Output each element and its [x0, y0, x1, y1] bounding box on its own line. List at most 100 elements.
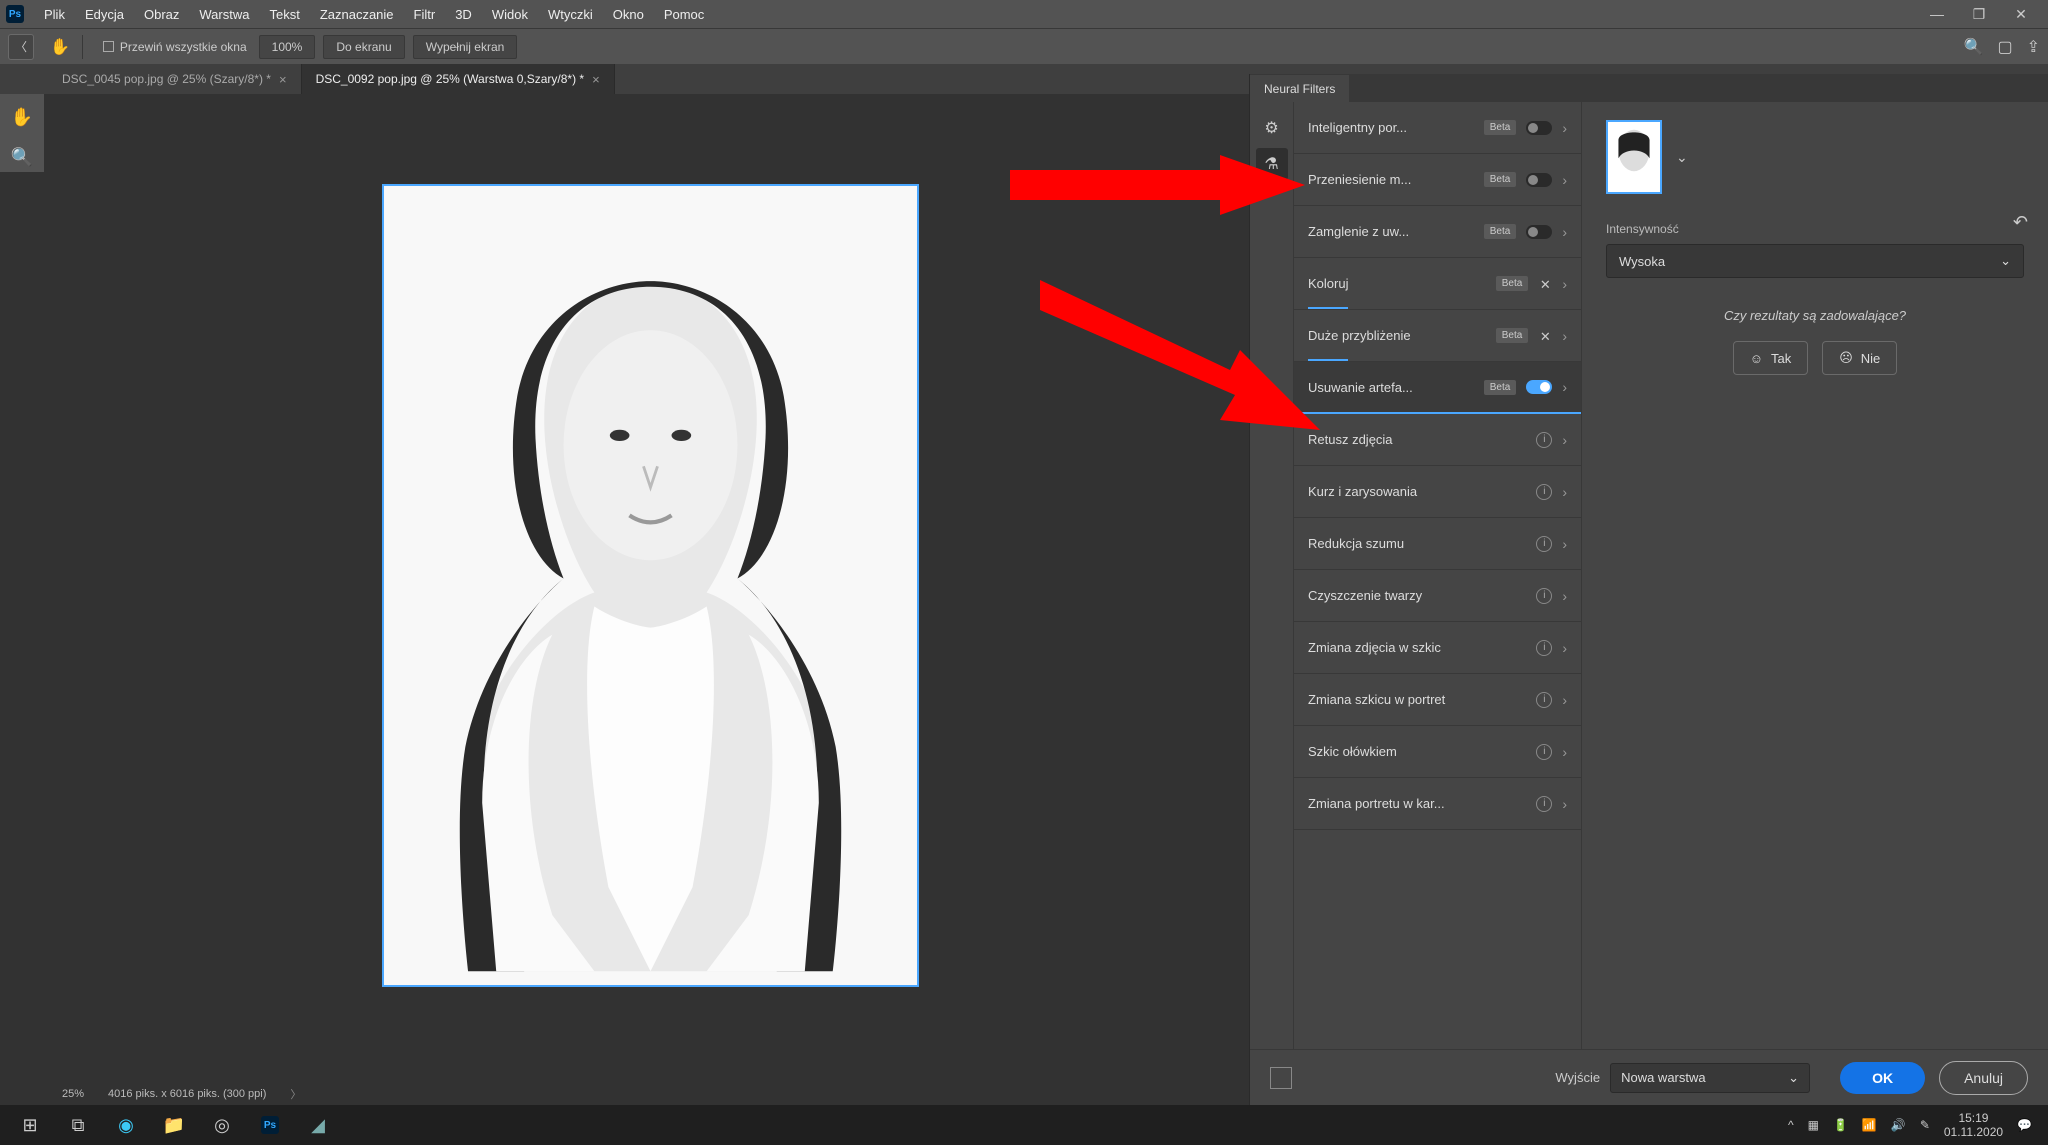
canvas-area[interactable]: [44, 94, 1249, 1105]
notifications-icon[interactable]: 💬: [2017, 1118, 2032, 1132]
neural-filters-panel: Neural Filters ⚙ ⚗ Inteligentny por...Be…: [1249, 74, 2048, 1105]
scroll-all-windows-checkbox[interactable]: Przewiń wszystkie okna: [103, 40, 247, 54]
image-document[interactable]: [382, 184, 919, 987]
close-icon[interactable]: ×: [592, 72, 600, 87]
close-icon[interactable]: ×: [279, 72, 287, 87]
ok-button[interactable]: OK: [1840, 1062, 1925, 1094]
reset-icon[interactable]: ↶: [2013, 212, 2028, 233]
app-icon[interactable]: ◢: [294, 1105, 342, 1145]
face-thumbnail[interactable]: [1606, 120, 1662, 194]
zoom-tool[interactable]: 🔍: [7, 142, 37, 172]
filter-row-10[interactable]: Zmiana zdjęcia w szkici›: [1294, 622, 1581, 674]
restore-button[interactable]: ❐: [1958, 0, 2000, 28]
cancel-button[interactable]: Anuluj: [1939, 1061, 2028, 1095]
menu-3d[interactable]: 3D: [445, 7, 482, 22]
volume-icon[interactable]: 🔊: [1891, 1118, 1906, 1132]
filter-row-13[interactable]: Zmiana portretu w kar...i›: [1294, 778, 1581, 830]
filter-row-3[interactable]: KolorujBeta✕›: [1294, 258, 1581, 310]
chrome-icon[interactable]: ◎: [198, 1105, 246, 1145]
menu-obraz[interactable]: Obraz: [134, 7, 189, 22]
info-icon[interactable]: i: [1536, 640, 1552, 656]
task-view-icon[interactable]: ⧉: [54, 1105, 102, 1145]
menu-widok[interactable]: Widok: [482, 7, 538, 22]
info-icon[interactable]: i: [1536, 432, 1552, 448]
filter-row-4[interactable]: Duże przybliżenieBeta✕›: [1294, 310, 1581, 362]
start-button[interactable]: ⊞: [6, 1105, 54, 1145]
doc-tab-0[interactable]: DSC_0045 pop.jpg @ 25% (Szary/8*) * ×: [48, 64, 302, 94]
fit-screen-button[interactable]: Do ekranu: [323, 35, 404, 59]
output-select[interactable]: Nowa warstwa ⌄: [1610, 1063, 1810, 1093]
search-icon[interactable]: 🔍: [1964, 37, 1984, 57]
hand-tool-icon: ✋: [50, 37, 70, 57]
minimize-button[interactable]: —: [1916, 0, 1958, 28]
filter-row-12[interactable]: Szkic ołówkiemi›: [1294, 726, 1581, 778]
info-icon[interactable]: i: [1536, 536, 1552, 552]
sliders-icon[interactable]: ⚙: [1256, 112, 1288, 144]
workspace-icon[interactable]: ▢: [1997, 37, 2012, 57]
wifi-icon[interactable]: 📶: [1862, 1118, 1877, 1132]
back-button[interactable]: 〈: [8, 34, 34, 60]
category-icons: ⚙ ⚗: [1250, 102, 1294, 1049]
intensity-select[interactable]: Wysoka ⌄: [1606, 244, 2024, 278]
filter-name: Przeniesienie m...: [1308, 172, 1484, 187]
intensity-label: Intensywność: [1606, 222, 2024, 236]
fill-screen-button[interactable]: Wypełnij ekran: [413, 35, 518, 59]
info-icon[interactable]: i: [1536, 588, 1552, 604]
info-icon[interactable]: i: [1536, 484, 1552, 500]
no-label: Nie: [1861, 351, 1881, 366]
close-icon[interactable]: ✕: [1538, 329, 1552, 343]
info-icon[interactable]: i: [1536, 796, 1552, 812]
feedback-yes-button[interactable]: ☺ Tak: [1733, 341, 1809, 375]
filter-toggle[interactable]: [1526, 173, 1552, 187]
filter-list[interactable]: Inteligentny por...Beta›Przeniesienie m.…: [1294, 102, 1582, 1049]
menu-edycja[interactable]: Edycja: [75, 7, 134, 22]
filter-row-11[interactable]: Zmiana szkicu w portreti›: [1294, 674, 1581, 726]
preview-toggle-icon[interactable]: [1270, 1067, 1292, 1089]
menu-filtr[interactable]: Filtr: [404, 7, 446, 22]
filter-row-0[interactable]: Inteligentny por...Beta›: [1294, 102, 1581, 154]
intensity-value: Wysoka: [1619, 254, 1665, 269]
menu-tekst[interactable]: Tekst: [259, 7, 309, 22]
info-icon[interactable]: i: [1536, 692, 1552, 708]
filter-row-2[interactable]: Zamglenie z uw...Beta›: [1294, 206, 1581, 258]
info-icon[interactable]: i: [1536, 744, 1552, 760]
chevron-right-icon[interactable]: 〉: [290, 1086, 301, 1102]
smile-icon: ☺: [1750, 351, 1763, 366]
tray-chevron-icon[interactable]: ^: [1788, 1118, 1794, 1132]
battery-icon[interactable]: 🔋: [1833, 1118, 1848, 1132]
feedback-no-button[interactable]: ☹ Nie: [1822, 341, 1897, 375]
share-icon[interactable]: ⇪: [2027, 37, 2040, 57]
panel-tab[interactable]: Neural Filters: [1250, 75, 1349, 102]
close-button[interactable]: ✕: [2000, 0, 2042, 28]
close-icon[interactable]: ✕: [1538, 277, 1552, 291]
chevron-down-icon[interactable]: ⌄: [1676, 149, 1688, 166]
edge-icon[interactable]: ◉: [102, 1105, 150, 1145]
explorer-icon[interactable]: 📁: [150, 1105, 198, 1145]
clock[interactable]: 15:19 01.11.2020: [1944, 1111, 2003, 1140]
chevron-right-icon: ›: [1562, 536, 1567, 552]
filter-toggle[interactable]: [1526, 121, 1552, 135]
tray-app-icon[interactable]: ▦: [1808, 1118, 1819, 1132]
menu-wtyczki[interactable]: Wtyczki: [538, 7, 603, 22]
doc-tab-1[interactable]: DSC_0092 pop.jpg @ 25% (Warstwa 0,Szary/…: [302, 64, 615, 94]
beta-badge: Beta: [1484, 380, 1517, 395]
filter-row-6[interactable]: Retusz zdjęciai›: [1294, 414, 1581, 466]
filter-toggle[interactable]: [1526, 225, 1552, 239]
input-icon[interactable]: ✎: [1920, 1118, 1930, 1132]
photoshop-taskbar-icon[interactable]: Ps: [246, 1105, 294, 1145]
hand-tool[interactable]: ✋: [7, 102, 37, 132]
menu-zaznaczanie[interactable]: Zaznaczanie: [310, 7, 404, 22]
menu-warstwa[interactable]: Warstwa: [189, 7, 259, 22]
filter-name: Zamglenie z uw...: [1308, 224, 1484, 239]
filter-row-9[interactable]: Czyszczenie twarzyi›: [1294, 570, 1581, 622]
beta-badge: Beta: [1496, 276, 1529, 291]
filter-row-7[interactable]: Kurz i zarysowaniai›: [1294, 466, 1581, 518]
filter-row-5[interactable]: Usuwanie artefa...Beta›: [1294, 362, 1581, 414]
filter-toggle[interactable]: [1526, 380, 1552, 394]
menu-pomoc[interactable]: Pomoc: [654, 7, 714, 22]
filter-row-8[interactable]: Redukcja szumui›: [1294, 518, 1581, 570]
zoom-level[interactable]: 100%: [259, 35, 316, 59]
menu-plik[interactable]: Plik: [34, 7, 75, 22]
menu-okno[interactable]: Okno: [603, 7, 654, 22]
filter-row-1[interactable]: Przeniesienie m...Beta›: [1294, 154, 1581, 206]
